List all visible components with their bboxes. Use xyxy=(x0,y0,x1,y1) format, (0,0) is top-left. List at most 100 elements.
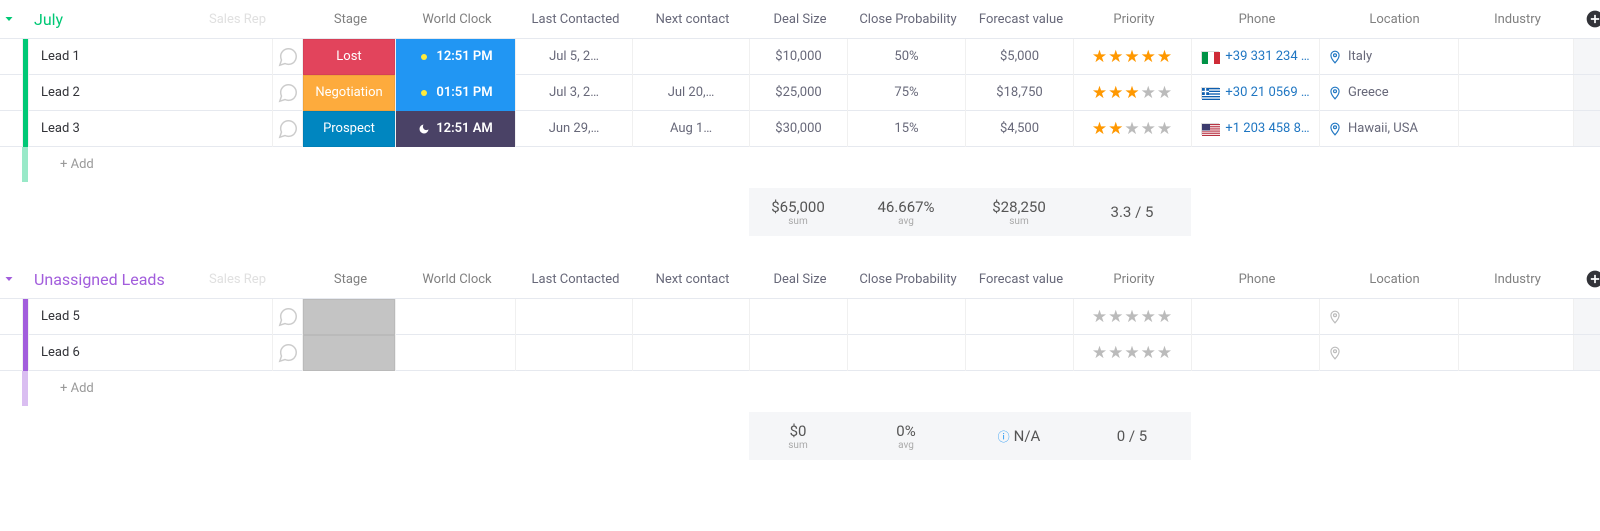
chat-icon[interactable] xyxy=(272,39,302,75)
industry-cell[interactable] xyxy=(1458,39,1573,75)
star-icon[interactable]: ★ xyxy=(1124,307,1140,327)
close-probability-cell[interactable] xyxy=(847,299,965,335)
location-cell[interactable]: Italy xyxy=(1319,39,1458,75)
chat-icon[interactable] xyxy=(272,111,302,147)
last-contacted-cell[interactable]: Jul 5, 2… xyxy=(515,39,632,75)
column-header-industry[interactable]: Industry xyxy=(1460,260,1575,298)
last-contacted-cell[interactable]: Jun 29,… xyxy=(515,111,632,147)
column-header-salesrep[interactable]: Sales Rep xyxy=(209,12,274,27)
column-header-phone[interactable]: Phone xyxy=(1193,0,1321,38)
next-contact-cell[interactable]: Aug 1… xyxy=(632,111,749,147)
phone-number[interactable]: +1 203 458 8… xyxy=(1225,121,1309,136)
priority-cell[interactable]: ★★★★★ xyxy=(1073,335,1191,371)
industry-cell[interactable] xyxy=(1458,111,1573,147)
column-header-priority[interactable]: Priority xyxy=(1075,260,1193,298)
column-header-phone[interactable]: Phone xyxy=(1193,260,1321,298)
column-header-last-contacted[interactable]: Last Contacted xyxy=(517,0,634,38)
priority-cell[interactable]: ★★★★★ xyxy=(1073,299,1191,335)
forecast-value-cell[interactable]: $4,500 xyxy=(965,111,1073,147)
priority-cell[interactable]: ★★★★★ xyxy=(1073,75,1191,111)
star-icon[interactable]: ★ xyxy=(1108,83,1124,103)
star-icon[interactable]: ★ xyxy=(1157,119,1173,139)
item-name[interactable]: Lead 6 xyxy=(41,345,272,360)
deal-size-cell[interactable]: $30,000 xyxy=(749,111,847,147)
priority-cell[interactable]: ★★★★★ xyxy=(1073,39,1191,75)
close-probability-cell[interactable] xyxy=(847,335,965,371)
star-icon[interactable]: ★ xyxy=(1157,307,1173,327)
phone-cell[interactable]: +1 203 458 8… xyxy=(1191,111,1319,147)
column-header-salesrep[interactable]: Sales Rep xyxy=(209,272,274,287)
star-icon[interactable]: ★ xyxy=(1124,119,1140,139)
add-item-row[interactable]: + Add xyxy=(0,146,1600,182)
column-header-stage[interactable]: Stage xyxy=(304,0,397,38)
column-header-forecast-value[interactable]: Forecast value xyxy=(967,0,1075,38)
star-icon[interactable]: ★ xyxy=(1141,83,1157,103)
group-toggle[interactable] xyxy=(0,0,22,38)
chat-icon[interactable] xyxy=(272,75,302,111)
stage-cell[interactable]: Lost xyxy=(302,39,395,75)
close-probability-cell[interactable]: 15% xyxy=(847,111,965,147)
star-icon[interactable]: ★ xyxy=(1092,83,1108,103)
deal-size-cell[interactable] xyxy=(749,335,847,371)
item-name[interactable]: Lead 1 xyxy=(41,49,272,64)
stage-cell[interactable]: Negotiation xyxy=(302,75,395,111)
column-header-next-contact[interactable]: Next contact xyxy=(634,260,751,298)
forecast-value-cell[interactable]: $5,000 xyxy=(965,39,1073,75)
item-name[interactable]: Lead 3 xyxy=(41,121,272,136)
world-clock-cell[interactable] xyxy=(395,299,515,335)
star-icon[interactable]: ★ xyxy=(1092,307,1108,327)
world-clock-cell[interactable]: 12:51 AM xyxy=(395,111,515,147)
column-header-deal-size[interactable]: Deal Size xyxy=(751,0,849,38)
group-toggle[interactable] xyxy=(0,260,22,298)
column-header-deal-size[interactable]: Deal Size xyxy=(751,260,849,298)
column-header-location[interactable]: Location xyxy=(1321,0,1460,38)
table-row[interactable]: Lead 1Lost12:51 PMJul 5, 2…$10,00050%$5,… xyxy=(0,38,1600,74)
column-header-last-contacted[interactable]: Last Contacted xyxy=(517,260,634,298)
item-name[interactable]: Lead 2 xyxy=(41,85,272,100)
phone-cell[interactable] xyxy=(1191,299,1319,335)
phone-number[interactable]: +39 331 234 … xyxy=(1225,49,1309,64)
phone-cell[interactable] xyxy=(1191,335,1319,371)
star-icon[interactable]: ★ xyxy=(1108,307,1124,327)
star-icon[interactable]: ★ xyxy=(1157,343,1173,363)
column-header-clock[interactable]: World Clock xyxy=(397,260,517,298)
forecast-value-cell[interactable]: $18,750 xyxy=(965,75,1073,111)
last-contacted-cell[interactable] xyxy=(515,335,632,371)
group-title[interactable]: Unassigned Leads xyxy=(34,270,165,289)
group-title[interactable]: July xyxy=(34,10,63,29)
next-contact-cell[interactable] xyxy=(632,335,749,371)
location-cell[interactable]: Greece xyxy=(1319,75,1458,111)
forecast-value-cell[interactable] xyxy=(965,299,1073,335)
priority-cell[interactable]: ★★★★★ xyxy=(1073,111,1191,147)
column-header-clock[interactable]: World Clock xyxy=(397,0,517,38)
stage-cell[interactable]: Prospect xyxy=(302,111,395,147)
star-icon[interactable]: ★ xyxy=(1108,343,1124,363)
star-icon[interactable]: ★ xyxy=(1141,343,1157,363)
deal-size-cell[interactable] xyxy=(749,299,847,335)
chat-icon[interactable] xyxy=(272,299,302,335)
star-icon[interactable]: ★ xyxy=(1124,83,1140,103)
next-contact-cell[interactable]: Jul 20,… xyxy=(632,75,749,111)
world-clock-cell[interactable]: 12:51 PM xyxy=(395,39,515,75)
industry-cell[interactable] xyxy=(1458,75,1573,111)
table-row[interactable]: Lead 3 Prospect12:51 AMJun 29,…Aug 1…$30,… xyxy=(0,110,1600,146)
location-cell[interactable] xyxy=(1319,335,1458,371)
world-clock-cell[interactable]: 01:51 PM xyxy=(395,75,515,111)
column-header-close-probability[interactable]: Close Probability xyxy=(849,0,967,38)
column-header-location[interactable]: Location xyxy=(1321,260,1460,298)
location-cell[interactable]: Hawaii, USA xyxy=(1319,111,1458,147)
chat-icon[interactable] xyxy=(272,335,302,371)
column-header-next-contact[interactable]: Next contact xyxy=(634,0,751,38)
forecast-value-cell[interactable] xyxy=(965,335,1073,371)
next-contact-cell[interactable] xyxy=(632,39,749,75)
star-icon[interactable]: ★ xyxy=(1141,307,1157,327)
world-clock-cell[interactable] xyxy=(395,335,515,371)
phone-cell[interactable]: +39 331 234 … xyxy=(1191,39,1319,75)
column-header-forecast-value[interactable]: Forecast value xyxy=(967,260,1075,298)
next-contact-cell[interactable] xyxy=(632,299,749,335)
deal-size-cell[interactable]: $25,000 xyxy=(749,75,847,111)
deal-size-cell[interactable]: $10,000 xyxy=(749,39,847,75)
industry-cell[interactable] xyxy=(1458,335,1573,371)
column-header-close-probability[interactable]: Close Probability xyxy=(849,260,967,298)
location-cell[interactable] xyxy=(1319,299,1458,335)
